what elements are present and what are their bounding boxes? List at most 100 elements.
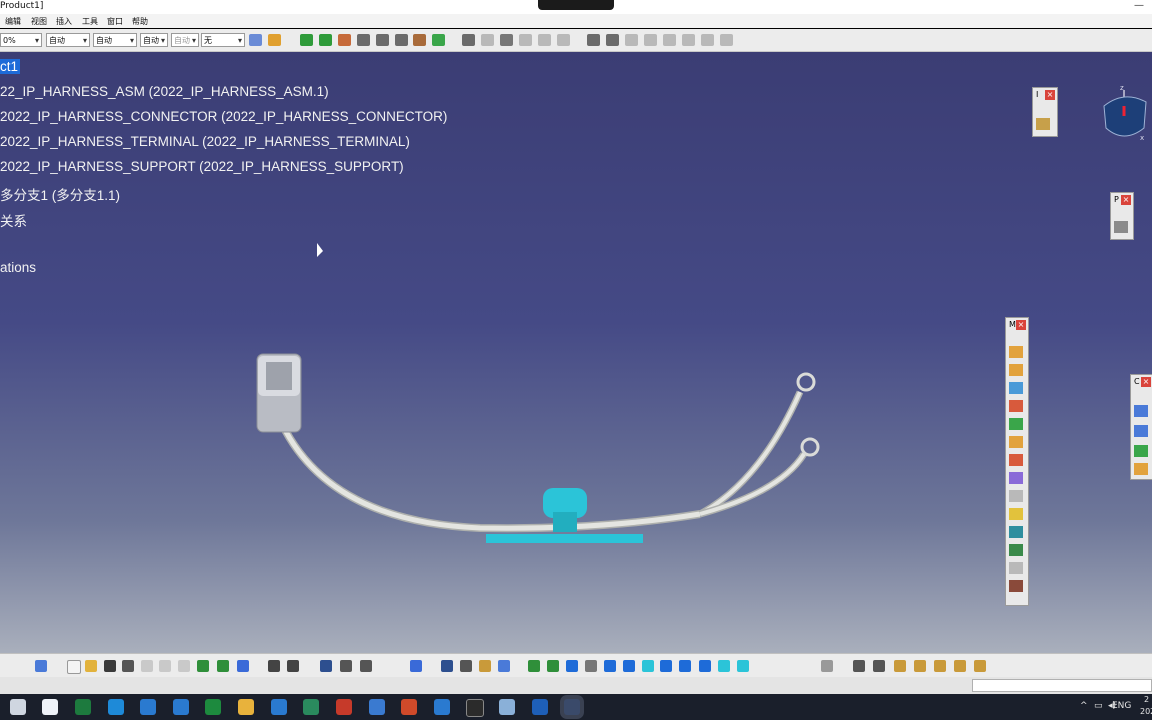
formula-icon[interactable] — [268, 660, 280, 672]
import-icon[interactable] — [644, 34, 657, 46]
lang-indicator[interactable]: ENG — [1112, 701, 1131, 711]
component-icon[interactable] — [481, 34, 494, 46]
zoom-in-icon[interactable] — [604, 660, 616, 672]
paste-icon[interactable] — [682, 34, 695, 46]
menu-edit[interactable]: 编辑 — [5, 16, 21, 27]
analysis-icon[interactable] — [413, 34, 426, 46]
link-icon[interactable] — [701, 34, 714, 46]
command-input[interactable] — [972, 679, 1152, 692]
bundle-icon[interactable] — [1009, 346, 1023, 358]
update-icon[interactable] — [821, 660, 833, 672]
support-icon[interactable] — [1009, 418, 1023, 430]
hand-icon[interactable] — [479, 660, 491, 672]
compass-icon[interactable]: z x — [1100, 82, 1150, 144]
app-icon-1[interactable] — [140, 699, 156, 715]
properties-icon[interactable] — [249, 34, 262, 46]
app-icon-4[interactable] — [303, 699, 319, 715]
hide-show-icon[interactable] — [718, 660, 730, 672]
copy-icon[interactable] — [159, 660, 171, 672]
route-icon[interactable] — [1009, 436, 1023, 448]
terminal-icon[interactable] — [1009, 526, 1023, 538]
fly-icon[interactable] — [528, 660, 540, 672]
update-icon[interactable] — [432, 34, 445, 46]
offset-icon[interactable] — [974, 660, 986, 672]
path-icon[interactable] — [1134, 445, 1148, 457]
fit-icon[interactable] — [547, 660, 559, 672]
pan-icon[interactable] — [460, 660, 472, 672]
pencil-icon[interactable] — [357, 34, 370, 46]
swap-space-icon[interactable] — [737, 660, 749, 672]
help-icon[interactable] — [237, 660, 249, 672]
segment-icon[interactable] — [1009, 364, 1023, 376]
zoom-out-icon[interactable] — [623, 660, 635, 672]
sheet-icon[interactable] — [519, 34, 532, 46]
measure-icon[interactable] — [376, 34, 389, 46]
orbit-icon[interactable] — [585, 660, 597, 672]
clock-date[interactable]: 202 — [1140, 707, 1152, 716]
gear-icon[interactable] — [853, 660, 865, 672]
app-icon-7[interactable] — [434, 699, 450, 715]
redo-icon[interactable] — [217, 660, 229, 672]
branch-icon[interactable] — [720, 34, 733, 46]
manipulation-icon[interactable] — [338, 34, 351, 46]
settings-icon[interactable] — [587, 34, 600, 46]
catalog-icon[interactable] — [462, 34, 475, 46]
menu-tools[interactable]: 工具 — [82, 16, 98, 27]
fix-icon[interactable] — [934, 660, 946, 672]
app-icon-6[interactable] — [369, 699, 385, 715]
chevron-up-icon[interactable]: ^ — [1080, 701, 1088, 711]
flatten-icon[interactable] — [1009, 490, 1023, 502]
layer-combo[interactable]: 自动 ▾ — [171, 33, 199, 47]
network-icon[interactable]: ▭ — [1094, 701, 1103, 711]
point-icon[interactable] — [1134, 463, 1148, 475]
catia-icon[interactable] — [564, 699, 580, 715]
link-tool-icon[interactable] — [1114, 221, 1128, 233]
doc-icon[interactable] — [557, 34, 570, 46]
select-icon[interactable] — [35, 660, 47, 672]
copy-icon[interactable] — [663, 34, 676, 46]
constraint-icon[interactable] — [914, 660, 926, 672]
open-icon[interactable] — [85, 660, 97, 672]
linetype-combo[interactable]: 自动 ▾ — [93, 33, 137, 47]
close-icon[interactable]: × — [1016, 320, 1026, 330]
move-icon[interactable] — [566, 660, 578, 672]
multi-view-icon[interactable] — [660, 660, 672, 672]
powerpoint-icon[interactable] — [401, 699, 417, 715]
catalog-icon[interactable] — [410, 660, 422, 672]
menu-insert[interactable]: 插入 — [56, 16, 72, 27]
save-icon[interactable] — [606, 34, 619, 46]
print-icon[interactable] — [122, 660, 134, 672]
clock-time[interactable]: 2 — [1144, 695, 1149, 704]
harness-model[interactable] — [0, 52, 1152, 653]
minimize-button[interactable]: — — [1134, 0, 1144, 11]
layer-filter-combo[interactable]: 无 ▾ — [201, 33, 245, 47]
menu-view[interactable]: 视图 — [31, 16, 47, 27]
zoom-combo[interactable]: 0% ▾ — [0, 33, 42, 47]
close-icon[interactable]: × — [1141, 377, 1151, 387]
close-icon[interactable]: × — [1045, 90, 1055, 100]
app-icon-8[interactable] — [499, 699, 515, 715]
app-icon-5[interactable] — [336, 699, 352, 715]
menu-help[interactable]: 帮助 — [132, 16, 148, 27]
split-icon[interactable] — [1009, 454, 1023, 466]
tool-icon[interactable] — [1036, 118, 1050, 130]
rotate-icon[interactable] — [498, 660, 510, 672]
iso-view-icon[interactable] — [679, 660, 691, 672]
cut-icon[interactable] — [141, 660, 153, 672]
part-icon[interactable] — [538, 34, 551, 46]
new-icon[interactable] — [67, 660, 81, 674]
move-icon[interactable] — [300, 34, 313, 46]
check-icon[interactable] — [1009, 562, 1023, 574]
sheet-app-icon[interactable] — [205, 699, 221, 715]
notepad-icon[interactable] — [42, 699, 58, 715]
normal-view-icon[interactable] — [642, 660, 654, 672]
menu-window[interactable]: 窗口 — [107, 16, 123, 27]
shading-icon[interactable] — [699, 660, 711, 672]
snap-icon[interactable] — [319, 34, 332, 46]
spline-icon[interactable] — [1134, 425, 1148, 437]
wire-icon[interactable] — [1009, 544, 1023, 556]
app-icon-3[interactable] — [271, 699, 287, 715]
image-icon[interactable] — [500, 34, 513, 46]
undo-icon[interactable] — [197, 660, 209, 672]
skype-icon[interactable] — [108, 699, 124, 715]
